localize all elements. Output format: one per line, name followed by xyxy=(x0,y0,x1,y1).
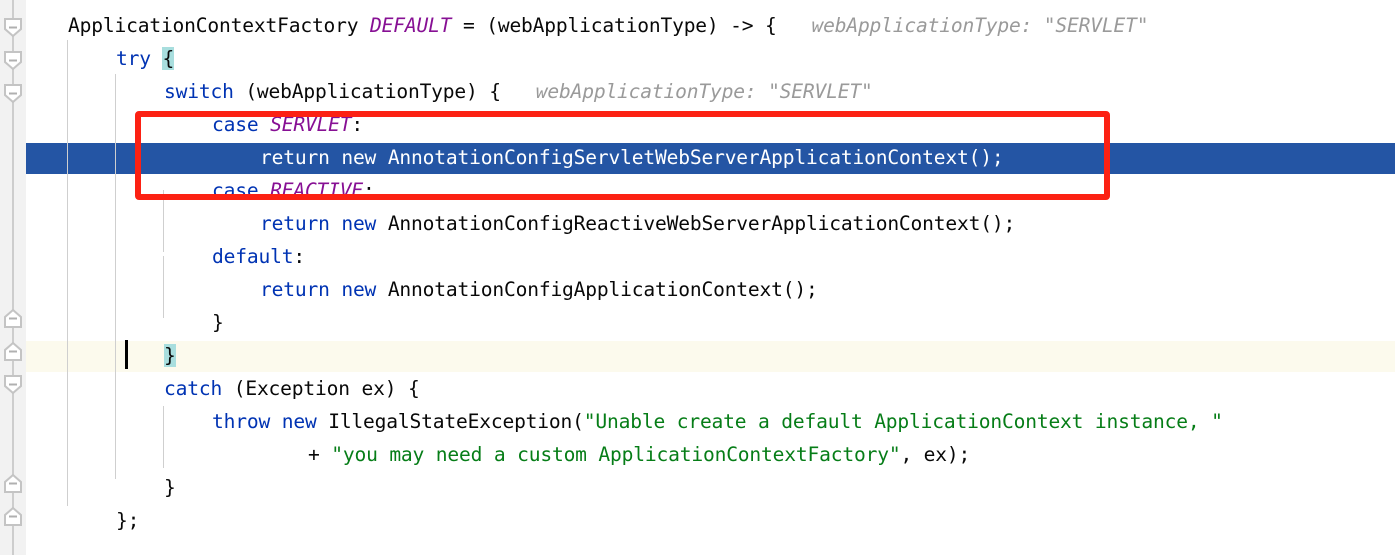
token-str-12-6: "Unable create a default ApplicationCont… xyxy=(583,410,1223,433)
token-pun-6-1 xyxy=(330,212,342,235)
token-cnst-0-1: DEFAULT xyxy=(370,14,452,37)
code-line-13[interactable]: + "you may need a custom ApplicationCont… xyxy=(0,438,970,471)
code-line-content: throw new IllegalStateException("Unable … xyxy=(0,405,1223,438)
code-line-2[interactable]: switch (webApplicationType) { webApplica… xyxy=(0,75,873,108)
token-pun-0-2: = (webApplicationType) -> { xyxy=(451,14,777,37)
code-text-layer[interactable]: ApplicationContextFactory DEFAULT = (web… xyxy=(0,0,1395,555)
token-pun-1-1 xyxy=(151,47,163,70)
code-line-content: catch (Exception ex) { xyxy=(0,372,420,405)
token-kw-2-0: switch xyxy=(164,80,234,103)
token-kw-8-2: new xyxy=(341,278,377,301)
token-pun-4-1 xyxy=(330,146,342,169)
token-pun-6-5: (); xyxy=(980,212,1016,235)
token-cls-8-4: AnnotationConfigApplicationContext xyxy=(387,278,783,301)
code-line-4[interactable]: return new AnnotationConfigServletWebSer… xyxy=(0,141,1004,174)
token-cls-12-4: IllegalStateException xyxy=(328,410,573,433)
token-pun-8-5: (); xyxy=(782,278,818,301)
token-kw-7-0: default xyxy=(212,245,294,268)
token-cnst-3-2: SERVLET xyxy=(270,113,352,136)
token-hint-0-3: webApplicationType: "SERVLET" xyxy=(776,14,1149,37)
code-line-12[interactable]: throw new IllegalStateException("Unable … xyxy=(0,405,1223,438)
token-cls-6-4: AnnotationConfigReactiveWebServerApplica… xyxy=(387,212,981,235)
token-pun-4-3 xyxy=(376,146,388,169)
token-pun-13-0: + xyxy=(308,443,332,466)
code-line-content: + "you may need a custom ApplicationCont… xyxy=(0,438,970,471)
token-pun-14-0: } xyxy=(164,476,176,499)
code-line-1[interactable]: try { xyxy=(0,42,174,75)
token-kw-4-0: return xyxy=(260,146,330,169)
token-kw-1-0: try xyxy=(116,47,151,70)
token-pun-4-5: (); xyxy=(968,146,1004,169)
code-line-content: try { xyxy=(0,42,174,75)
token-pun-5-1 xyxy=(258,179,270,202)
token-pun-3-1 xyxy=(258,113,270,136)
token-brace-10-0: } xyxy=(164,344,176,367)
token-kw-5-0: case xyxy=(212,179,259,202)
token-kw-6-2: new xyxy=(341,212,377,235)
token-kw-4-2: new xyxy=(341,146,377,169)
code-editor-viewport[interactable]: ApplicationContextFactory DEFAULT = (web… xyxy=(0,0,1395,555)
token-pun-5-3: : xyxy=(363,179,375,202)
token-pun-12-3 xyxy=(317,410,329,433)
code-line-6[interactable]: return new AnnotationConfigReactiveWebSe… xyxy=(0,207,1015,240)
token-pun-13-2: , ex); xyxy=(900,443,971,466)
token-cls-0-0: ApplicationContextFactory xyxy=(68,14,371,37)
token-pun-7-1: : xyxy=(293,245,305,268)
token-kw-3-0: case xyxy=(212,113,259,136)
code-line-0[interactable]: ApplicationContextFactory DEFAULT = (web… xyxy=(0,9,1149,42)
token-pun-8-1 xyxy=(330,278,342,301)
token-pun-2-1: (webApplicationType) { xyxy=(233,80,501,103)
code-line-content: }; xyxy=(0,504,139,537)
token-pun-9-0: } xyxy=(212,311,224,334)
token-pun-15-0: }; xyxy=(116,509,140,532)
token-kw-12-0: throw xyxy=(212,410,271,433)
token-hint-2-2: webApplicationType: "SERVLET" xyxy=(500,80,873,103)
code-line-content: return new AnnotationConfigApplicationCo… xyxy=(0,273,818,306)
token-kw-8-0: return xyxy=(260,278,330,301)
token-kw-12-2: new xyxy=(281,410,317,433)
token-brace-1-2: { xyxy=(162,47,175,70)
code-line-content: } xyxy=(0,471,176,504)
token-str-13-1: "you may need a custom ApplicationContex… xyxy=(331,443,901,466)
token-pun-8-3 xyxy=(376,278,388,301)
code-line-14[interactable]: } xyxy=(0,471,176,504)
token-cnst-5-2: REACTIVE xyxy=(270,179,364,202)
token-pun-3-3: : xyxy=(351,113,364,136)
code-line-9[interactable]: } xyxy=(0,306,224,339)
code-line-content: case REACTIVE: xyxy=(0,174,375,207)
code-line-5[interactable]: case REACTIVE: xyxy=(0,174,375,207)
code-line-content: return new AnnotationConfigServletWebSer… xyxy=(0,141,1004,174)
code-line-content: ApplicationContextFactory DEFAULT = (web… xyxy=(0,9,1149,42)
token-pun-12-5: ( xyxy=(572,410,584,433)
code-line-content: } xyxy=(0,339,176,372)
code-line-content: case SERVLET: xyxy=(0,108,363,141)
token-pun-12-1 xyxy=(270,410,282,433)
code-line-content: default: xyxy=(0,240,305,273)
text-caret xyxy=(125,340,128,369)
code-line-10[interactable]: } xyxy=(0,339,176,372)
token-pun-6-3 xyxy=(376,212,388,235)
code-line-content: } xyxy=(0,306,224,339)
code-line-11[interactable]: catch (Exception ex) { xyxy=(0,372,420,405)
token-pun-11-1: (Exception ex) { xyxy=(222,377,420,400)
code-line-content: return new AnnotationConfigReactiveWebSe… xyxy=(0,207,1015,240)
code-line-content: switch (webApplicationType) { webApplica… xyxy=(0,75,873,108)
code-line-7[interactable]: default: xyxy=(0,240,305,273)
code-line-8[interactable]: return new AnnotationConfigApplicationCo… xyxy=(0,273,818,306)
code-line-3[interactable]: case SERVLET: xyxy=(0,108,363,141)
code-line-15[interactable]: }; xyxy=(0,504,139,537)
token-cls-4-4: AnnotationConfigServletWebServerApplicat… xyxy=(387,146,969,169)
token-kw-6-0: return xyxy=(260,212,330,235)
token-kw-11-0: catch xyxy=(164,377,223,400)
